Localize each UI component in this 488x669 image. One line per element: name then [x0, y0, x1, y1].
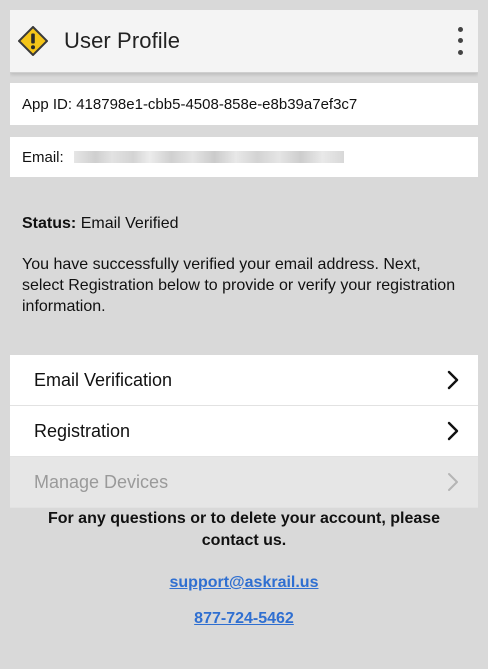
chevron-right-icon — [448, 473, 458, 491]
nav-item-label: Manage Devices — [34, 471, 169, 492]
menu-dot — [457, 38, 463, 44]
warning-diamond-icon — [16, 24, 50, 58]
app-screen: User Profile App ID: 418798e1-cbb5-4508-… — [10, 10, 478, 669]
app-id-row: App ID: 418798e1-cbb5-4508-858e-e8b39a7e… — [10, 83, 478, 125]
more-vertical-icon[interactable] — [450, 24, 470, 58]
status-section: Status: Email Verified You have successf… — [10, 215, 478, 317]
app-id-label: App ID: — [22, 95, 73, 113]
menu-dot — [457, 49, 463, 55]
status-description: You have successfully verified your emai… — [22, 256, 456, 315]
status-line: Status: Email Verified — [22, 215, 466, 233]
profile-nav-list: Email Verification Registration Manage D… — [10, 355, 478, 508]
menu-dot — [457, 27, 463, 33]
page-title: User Profile — [64, 28, 181, 53]
contact-message: For any questions or to delete your acco… — [47, 510, 441, 549]
redacted-email — [73, 151, 344, 163]
support-phone-link[interactable]: 877-724-5462 — [20, 610, 468, 628]
status-value: Email Verified — [80, 215, 179, 232]
app-id-value: 418798e1-cbb5-4508-858e-e8b39a7ef3c7 — [76, 95, 358, 113]
nav-item-label: Email Verification — [34, 369, 173, 390]
nav-item-registration[interactable]: Registration — [10, 406, 478, 457]
email-row: Email: — [10, 137, 478, 177]
nav-item-email-verification[interactable]: Email Verification — [10, 355, 478, 406]
chevron-right-icon — [447, 421, 459, 441]
support-email-link[interactable]: support@askrail.us — [20, 574, 468, 592]
nav-item-label: Registration — [34, 420, 131, 441]
chevron-right-icon — [447, 370, 459, 390]
status-label: Status: — [22, 215, 77, 232]
app-header: User Profile — [10, 10, 478, 73]
email-label: Email: — [22, 148, 64, 166]
contact-footer: For any questions or to delete your acco… — [10, 508, 478, 628]
nav-item-manage-devices: Manage Devices — [10, 457, 478, 508]
